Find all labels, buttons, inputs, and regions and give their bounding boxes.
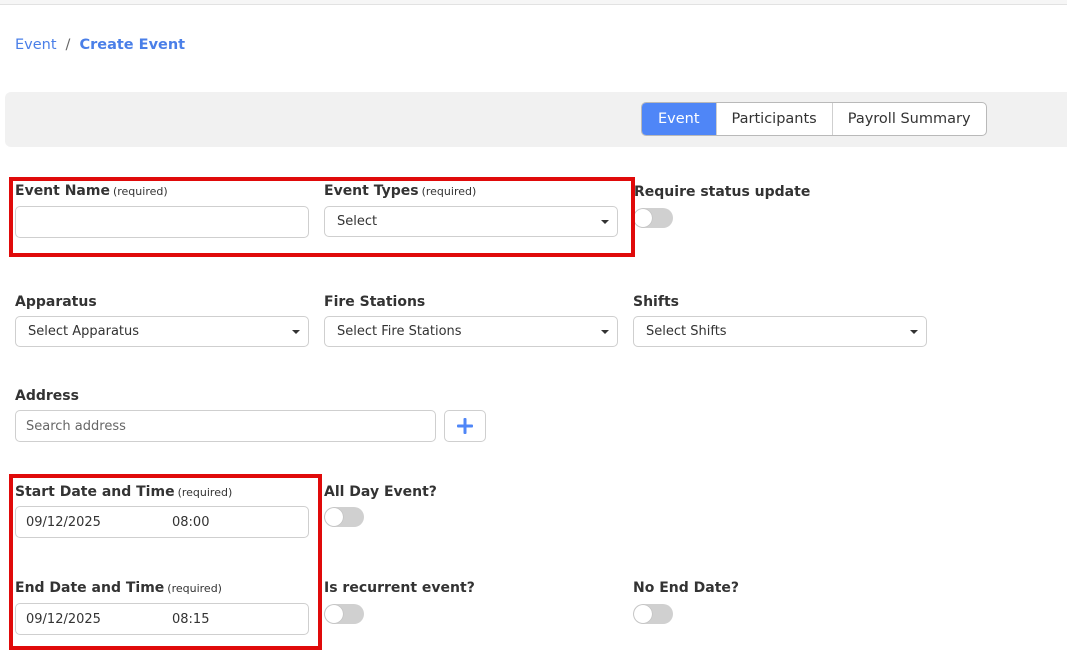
shifts-label: Shifts <box>633 294 679 310</box>
fire-stations-label: Fire Stations <box>324 294 426 310</box>
all-day-event-label: All Day Event? <box>324 484 437 500</box>
caret-down-icon <box>601 220 609 224</box>
recurrent-event-label: Is recurrent event? <box>324 580 475 596</box>
breadcrumb: Event / Create Event <box>15 37 185 53</box>
start-date-label: Start Date and Time (required) <box>15 484 232 500</box>
toggle-knob <box>634 605 652 623</box>
event-types-label: Event Types (required) <box>324 183 476 199</box>
required-tag: (required) <box>177 486 233 499</box>
recurrent-event-toggle[interactable] <box>324 604 364 624</box>
start-date-value: 09/12/2025 <box>26 515 101 530</box>
caret-down-icon <box>910 330 918 334</box>
fire-stations-selected: Select Fire Stations <box>337 324 462 339</box>
tab-event[interactable]: Event <box>642 103 716 135</box>
start-datetime-input[interactable]: 09/12/2025 08:00 <box>15 506 309 538</box>
tab-participants[interactable]: Participants <box>715 103 832 135</box>
require-status-update-toggle[interactable] <box>633 208 673 228</box>
start-date-label-text: Start Date and Time <box>15 484 175 500</box>
apparatus-label: Apparatus <box>15 294 97 310</box>
breadcrumb-current: Create Event <box>79 37 186 53</box>
address-search-input[interactable] <box>15 410 436 442</box>
end-date-label: End Date and Time (required) <box>15 580 222 596</box>
end-time-value: 08:15 <box>172 612 210 627</box>
all-day-event-toggle[interactable] <box>324 507 364 527</box>
required-tag: (required) <box>167 582 222 595</box>
end-date-value: 09/12/2025 <box>26 612 101 627</box>
event-types-label-text: Event Types <box>324 183 419 199</box>
no-end-date-toggle[interactable] <box>633 604 673 624</box>
plus-icon <box>457 418 473 434</box>
apparatus-select[interactable]: Select Apparatus <box>15 316 309 347</box>
top-border <box>0 0 1067 5</box>
tab-payroll-summary[interactable]: Payroll Summary <box>831 103 986 135</box>
event-name-input[interactable] <box>15 206 309 238</box>
end-datetime-input[interactable]: 09/12/2025 08:15 <box>15 603 309 635</box>
toggle-knob <box>634 209 652 227</box>
event-types-selected: Select <box>337 214 378 229</box>
start-time-value: 08:00 <box>172 515 210 530</box>
breadcrumb-event-link[interactable]: Event <box>15 37 57 53</box>
add-address-button[interactable] <box>444 410 486 442</box>
apparatus-selected: Select Apparatus <box>28 324 140 339</box>
fire-stations-select[interactable]: Select Fire Stations <box>324 316 618 347</box>
event-name-label: Event Name (required) <box>15 183 168 199</box>
event-types-select[interactable]: Select <box>324 206 618 237</box>
required-tag: (required) <box>421 185 477 198</box>
breadcrumb-separator: / <box>65 37 71 53</box>
required-tag: (required) <box>112 185 168 198</box>
toggle-knob <box>325 508 343 526</box>
require-status-update-label: Require status update <box>634 184 811 200</box>
toggle-knob <box>325 605 343 623</box>
address-label: Address <box>15 388 79 404</box>
no-end-date-label: No End Date? <box>633 580 740 596</box>
shifts-select[interactable]: Select Shifts <box>633 316 927 347</box>
end-date-label-text: End Date and Time <box>15 580 165 596</box>
tab-group: Event Participants Payroll Summary <box>641 102 987 136</box>
caret-down-icon <box>601 330 609 334</box>
shifts-selected: Select Shifts <box>646 324 727 339</box>
caret-down-icon <box>292 330 300 334</box>
event-name-label-text: Event Name <box>15 183 110 199</box>
